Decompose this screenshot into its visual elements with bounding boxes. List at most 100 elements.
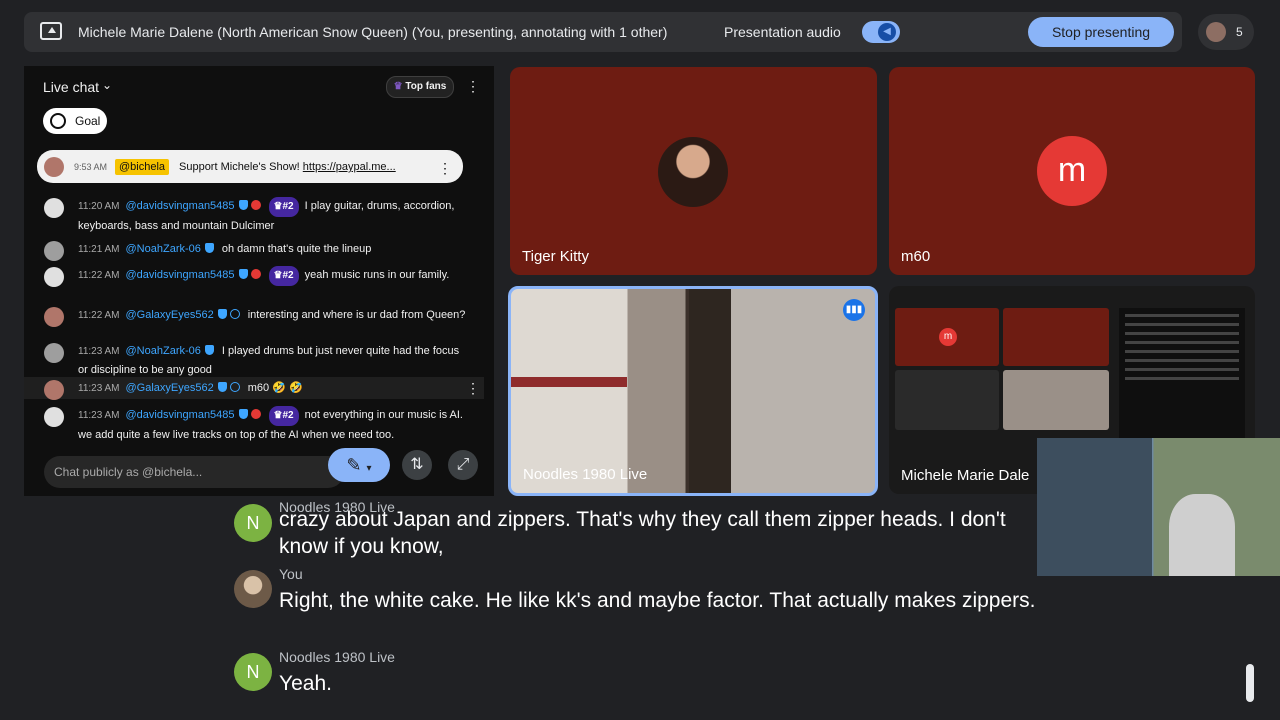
pen-icon: ✎ — [346, 455, 362, 475]
avatar — [234, 570, 272, 608]
present-screen-icon — [40, 22, 62, 40]
member-badge-icon — [250, 269, 261, 279]
webcam-person — [1169, 494, 1235, 576]
participant-tile-tiger-kitty[interactable]: Tiger Kitty — [510, 67, 877, 275]
verified-badge-icon — [238, 409, 248, 419]
video-frame-detail — [689, 289, 731, 493]
message-time: 11:21 AM — [78, 244, 120, 255]
avatar: N — [234, 653, 272, 691]
avatar: m — [939, 328, 957, 346]
crown-icon: ♛ — [273, 201, 283, 212]
message-text: oh damn that's quite the lineup — [221, 243, 372, 255]
more-vert-icon[interactable]: ⋮ — [466, 78, 480, 95]
avatar — [44, 267, 64, 287]
participant-tile-m60[interactable]: m m60 — [889, 67, 1255, 275]
expand-button[interactable]: ⤢ — [448, 450, 478, 480]
mini-tile — [895, 370, 999, 430]
top-fans-label: Top fans — [405, 81, 447, 92]
caption-speaker: Noodles 1980 Live — [279, 649, 395, 665]
message-time: 11:23 AM — [78, 383, 120, 394]
member-badge-icon — [229, 382, 240, 392]
message-time: 11:23 AM — [78, 346, 120, 357]
message-time: 11:20 AM — [78, 201, 120, 212]
member-badge-icon — [250, 409, 261, 419]
rank-badge: ♛#2 — [268, 266, 299, 286]
message-username[interactable]: @davidsvingman5485 — [126, 200, 235, 212]
message-username[interactable]: @GalaxyEyes562 — [126, 382, 214, 394]
swap-vert-icon: ⇅ — [410, 456, 424, 473]
goal-icon — [50, 113, 66, 129]
top-fans-button[interactable]: ♛ Top fans — [386, 76, 454, 98]
more-vert-icon[interactable]: ⋮ — [466, 380, 480, 397]
more-vert-icon[interactable]: ⋮ — [438, 160, 452, 177]
message-text: m60 🤣 🤣 — [247, 382, 303, 394]
presentation-audio-label: Presentation audio — [724, 24, 841, 40]
crown-icon: ♛ — [393, 81, 403, 92]
pinned-time: 9:53 AM — [74, 162, 108, 172]
member-badge-icon — [250, 200, 261, 210]
rank-badge: ♛#2 — [268, 406, 299, 426]
message-username[interactable]: @NoahZark-06 — [126, 345, 201, 357]
avatar: N — [234, 504, 272, 542]
caption-text: crazy about Japan and zippers. That's wh… — [279, 508, 1006, 558]
avatar — [44, 198, 64, 218]
message-text: yeah music runs in our family. — [304, 269, 450, 281]
captions-scrollbar[interactable] — [1246, 664, 1254, 702]
stop-presenting-button[interactable]: Stop presenting — [1028, 17, 1174, 47]
chevron-down-icon[interactable]: ⌄ — [102, 78, 112, 92]
mini-tile: m — [895, 308, 999, 366]
member-badge-icon — [229, 309, 240, 319]
mini-chat-preview — [1119, 308, 1245, 438]
avatar — [44, 343, 64, 363]
verified-badge-icon — [238, 200, 248, 210]
pinned-link[interactable]: https://paypal.me... — [303, 161, 396, 173]
participant-name: Noodles 1980 Live — [523, 466, 648, 483]
video-frame-detail — [511, 377, 627, 387]
message-username[interactable]: @davidsvingman5485 — [126, 409, 235, 421]
avatar — [658, 137, 728, 207]
crown-icon: ♛ — [273, 270, 283, 281]
swap-layout-button[interactable]: ⇅ — [402, 450, 432, 480]
webcam-chat-reflection — [1037, 438, 1152, 576]
avatar — [44, 157, 64, 177]
participant-count: 5 — [1236, 25, 1243, 39]
crown-icon: ♛ — [273, 410, 283, 421]
message-username[interactable]: @NoahZark-06 — [126, 243, 201, 255]
expand-icon: ⤢ — [456, 456, 470, 473]
pinned-message-text: Support Michele's Show! — [179, 161, 300, 173]
verified-badge-icon — [217, 309, 227, 319]
live-chat-title[interactable]: Live chat — [43, 79, 99, 95]
verified-badge-icon — [217, 382, 227, 392]
avatar — [44, 407, 64, 427]
avatar: m — [1037, 136, 1107, 206]
chat-input[interactable]: Chat publicly as @bichela... — [44, 456, 344, 488]
pinned-text: Support Michele's Show! https://paypal.m… — [179, 161, 396, 173]
chevron-down-icon: ▾ — [366, 463, 372, 474]
message-time: 11:22 AM — [78, 270, 120, 281]
webcam-overlay — [1037, 438, 1280, 576]
speaker-icon: ◀ — [878, 23, 896, 41]
participant-name: Tiger Kitty — [522, 248, 589, 265]
rank-badge: ♛#2 — [268, 197, 299, 217]
message-text: interesting and where is ur dad from Que… — [247, 309, 466, 321]
participant-name: m60 — [901, 248, 931, 265]
participant-avatar — [1206, 22, 1226, 42]
annotate-pen-button[interactable]: ✎ ▾ — [328, 448, 390, 482]
verified-badge-icon — [204, 243, 214, 253]
message-time: 11:23 AM — [78, 410, 120, 421]
caption-speaker: You — [279, 566, 303, 582]
message-username[interactable]: @davidsvingman5485 — [126, 269, 235, 281]
participant-tile-noodles[interactable]: ▮▮▮ Noodles 1980 Live — [508, 286, 878, 496]
avatar — [44, 307, 64, 327]
pinned-username[interactable]: @bichela — [115, 159, 170, 175]
avatar — [44, 241, 64, 261]
caption-text: Yeah. — [279, 672, 332, 695]
verified-badge-icon — [238, 269, 248, 279]
speaking-indicator-icon: ▮▮▮ — [843, 299, 865, 321]
caption-text: Right, the white cake. He like kk's and … — [279, 589, 1036, 612]
verified-badge-icon — [204, 345, 214, 355]
participant-name: Michele Marie Dale — [901, 467, 1030, 484]
presenting-title: Michele Marie Dalene (North American Sno… — [78, 24, 668, 40]
message-username[interactable]: @GalaxyEyes562 — [126, 309, 214, 321]
avatar — [44, 380, 64, 400]
